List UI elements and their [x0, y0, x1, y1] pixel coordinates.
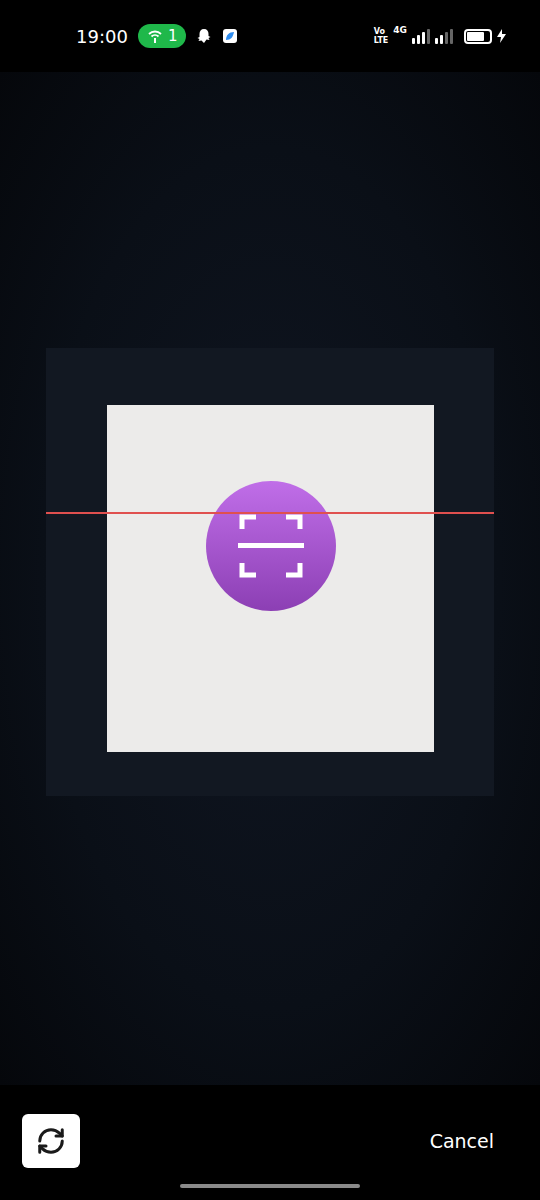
camera-viewfinder [0, 72, 540, 1085]
logo-icon [206, 481, 336, 611]
ghost-icon [196, 28, 212, 44]
status-bar: 19:00 1 VoLTE 4G [0, 0, 540, 72]
network-type: 4G [393, 25, 407, 35]
cancel-button[interactable]: Cancel [430, 1124, 494, 1158]
scanner-screen: 19:00 1 VoLTE 4G Cancel [0, 0, 540, 1200]
volte-indicator: VoLTE [374, 27, 389, 45]
sim2-signal-icon [435, 28, 453, 44]
switch-camera-icon [36, 1126, 66, 1156]
hotspot-badge: 1 [138, 24, 187, 48]
home-indicator[interactable] [180, 1184, 360, 1188]
charging-icon [497, 29, 506, 43]
clock: 19:00 [76, 26, 128, 47]
hotspot-icon [147, 29, 163, 43]
scan-line [46, 512, 494, 514]
camera-feed [107, 405, 434, 752]
battery-icon [464, 29, 492, 44]
bottom-bar: Cancel [0, 1085, 540, 1200]
scan-area[interactable] [46, 348, 494, 796]
app-notification-icon [222, 28, 238, 44]
switch-camera-button[interactable] [22, 1114, 80, 1168]
sim1-signal-icon [412, 28, 430, 44]
